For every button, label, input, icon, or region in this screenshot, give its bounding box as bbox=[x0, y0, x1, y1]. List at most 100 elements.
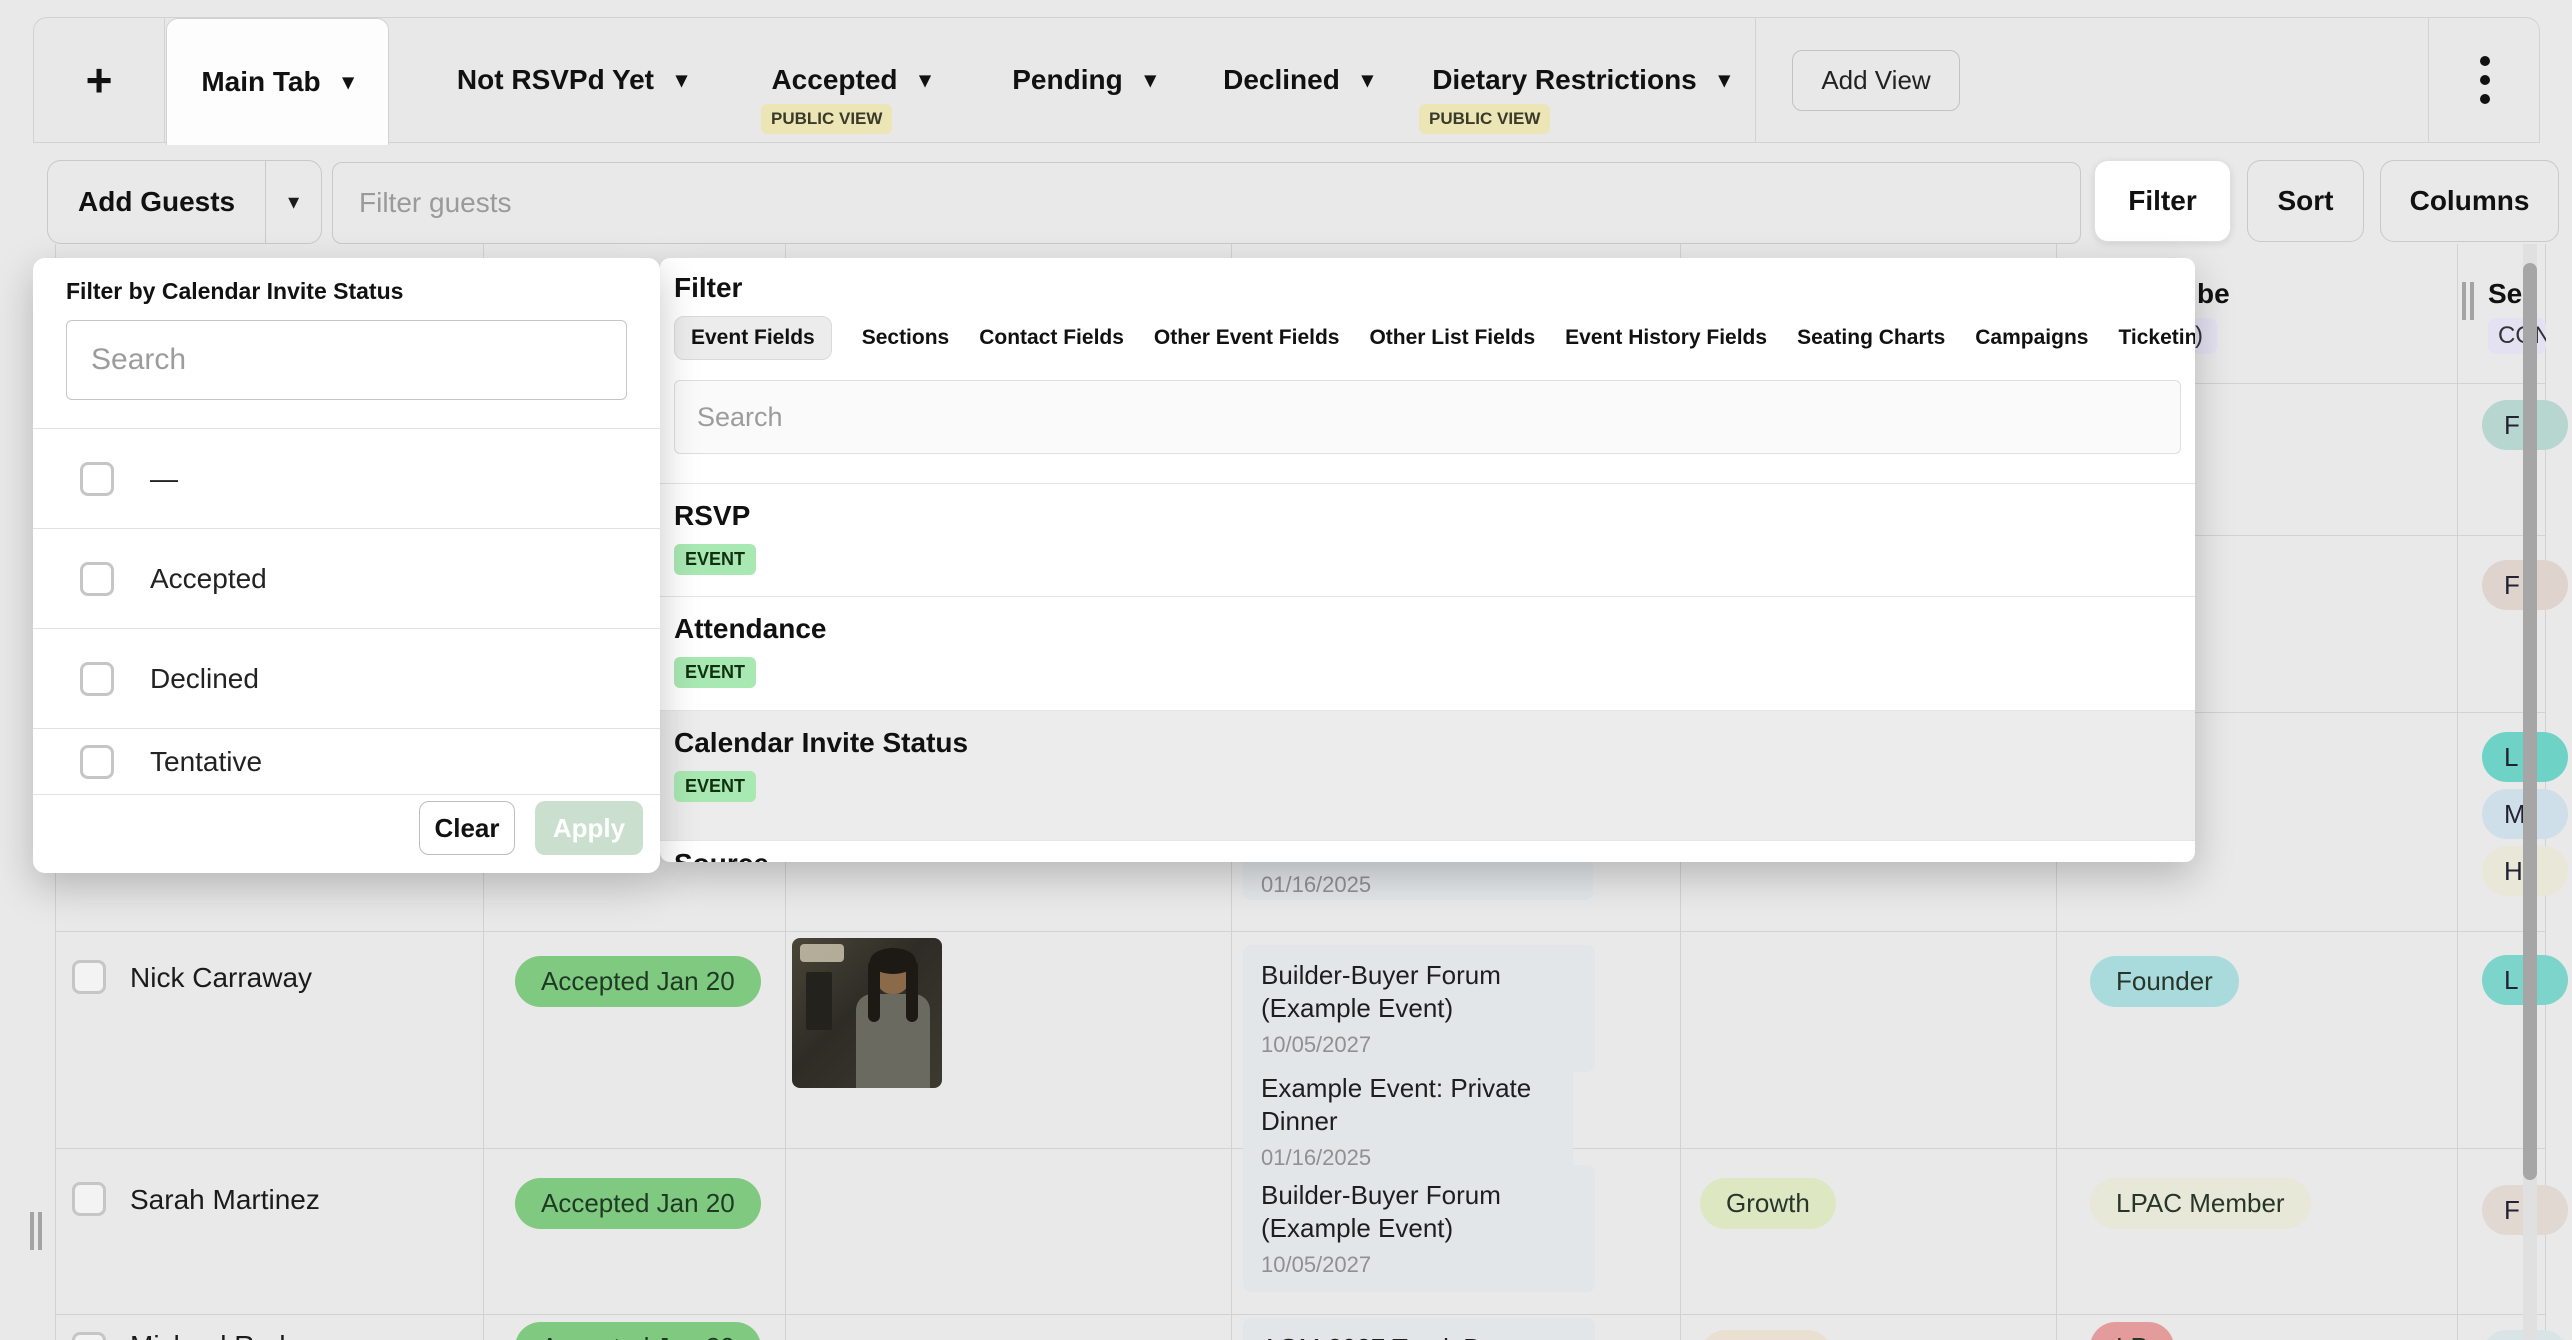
rsvp-status-badge: Accepted Jan 20 bbox=[515, 1178, 761, 1229]
column-resize-handle[interactable] bbox=[2462, 282, 2474, 320]
add-guests-split-button: Add Guests ▾ bbox=[47, 160, 322, 244]
plus-icon: + bbox=[86, 53, 113, 107]
add-guests-dropdown[interactable]: ▾ bbox=[265, 161, 321, 243]
chevron-down-icon[interactable]: ▾ bbox=[1145, 67, 1156, 93]
option-label: — bbox=[150, 463, 178, 495]
option-checkbox[interactable] bbox=[80, 662, 114, 696]
stage-tag-pill[interactable]: Buyout bbox=[1700, 1330, 1833, 1340]
status-option-accepted[interactable]: Accepted bbox=[33, 528, 660, 628]
tab-declined[interactable]: Declined ▾ bbox=[1189, 18, 1407, 142]
field-item-rsvp[interactable]: RSVP EVENT bbox=[660, 483, 2195, 596]
row-border bbox=[55, 931, 2545, 932]
tab-pending[interactable]: Pending ▾ bbox=[979, 18, 1189, 142]
stage-tag-pill[interactable]: Growth bbox=[1700, 1178, 1836, 1229]
filter-button[interactable]: Filter bbox=[2094, 160, 2231, 242]
row-border bbox=[55, 1314, 2545, 1315]
public-view-badge: PUBLIC VIEW bbox=[1419, 104, 1550, 134]
status-option-declined[interactable]: Declined bbox=[33, 628, 660, 728]
row-drag-handle[interactable] bbox=[30, 1212, 42, 1250]
tab-contact-fields[interactable]: Contact Fields bbox=[979, 326, 1124, 350]
chevron-down-icon[interactable]: ▾ bbox=[1362, 67, 1373, 93]
tab-event-fields[interactable]: Event Fields bbox=[674, 316, 832, 360]
role-tag-pill[interactable]: Founder bbox=[2090, 956, 2239, 1007]
tab-label: Not RSVPd Yet bbox=[457, 64, 654, 96]
tab-main-tab[interactable]: Main Tab ▾ bbox=[166, 18, 389, 145]
field-name: RSVP bbox=[674, 500, 2195, 532]
add-tab-button[interactable]: + bbox=[34, 18, 165, 142]
add-guests-button[interactable]: Add Guests bbox=[48, 161, 265, 243]
chevron-down-icon[interactable]: ▾ bbox=[343, 69, 354, 95]
tab-other-event-fields[interactable]: Other Event Fields bbox=[1154, 326, 1340, 350]
apply-button[interactable]: Apply bbox=[535, 801, 643, 855]
option-label: Tentative bbox=[150, 746, 262, 778]
filter-category-tabs: Event Fields Sections Contact Fields Oth… bbox=[674, 316, 2195, 360]
chevron-down-icon[interactable]: ▾ bbox=[676, 67, 687, 93]
field-name: Calendar Invite Status bbox=[674, 727, 2195, 759]
chevron-down-icon[interactable]: ▾ bbox=[1719, 67, 1730, 93]
tab-bar-menu-cell bbox=[2428, 18, 2540, 142]
tab-sections[interactable]: Sections bbox=[862, 326, 950, 350]
option-checkbox[interactable] bbox=[80, 745, 114, 779]
event-scope-badge: EVENT bbox=[674, 771, 756, 802]
guest-name[interactable]: Nick Carraway bbox=[130, 962, 312, 994]
tab-ticketing[interactable]: Ticketing bbox=[2118, 326, 2195, 350]
option-checkbox[interactable] bbox=[80, 462, 114, 496]
kebab-menu-icon[interactable] bbox=[2480, 56, 2490, 104]
clear-button[interactable]: Clear bbox=[419, 801, 515, 855]
guest-photo[interactable] bbox=[792, 938, 942, 1088]
event-title: Builder-Buyer Forum (Example Event) bbox=[1261, 959, 1577, 1024]
tab-label: Dietary Restrictions bbox=[1432, 64, 1697, 96]
vertical-scrollbar-thumb[interactable] bbox=[2523, 263, 2537, 1180]
option-label: Declined bbox=[150, 663, 259, 695]
columns-button[interactable]: Columns bbox=[2380, 160, 2559, 242]
guest-name[interactable]: Michael Rod bbox=[130, 1330, 286, 1340]
rsvp-status-badge: Accepted Jan 20 bbox=[515, 1322, 761, 1340]
sort-button[interactable]: Sort bbox=[2247, 160, 2364, 242]
field-search-input[interactable] bbox=[674, 380, 2181, 454]
event-chip[interactable]: Builder-Buyer Forum (Example Event) 10/0… bbox=[1243, 1165, 1595, 1292]
event-title: Builder-Buyer Forum (Example Event) bbox=[1261, 1179, 1577, 1244]
guest-list-screen: be ) Se CON F F L M H 01/16/2025 Nick Ca… bbox=[0, 0, 2572, 1340]
role-tag-pill[interactable]: LPAC Member bbox=[2090, 1178, 2311, 1229]
event-date: 01/16/2025 bbox=[1261, 872, 1575, 898]
column-header-se-chip: CON bbox=[2488, 318, 2546, 354]
status-search-input[interactable] bbox=[66, 320, 627, 400]
event-chip[interactable]: AGM 2027 Track B (Example bbox=[1243, 1318, 1595, 1340]
guest-name[interactable]: Sarah Martinez bbox=[130, 1184, 320, 1216]
status-option-blank[interactable]: — bbox=[33, 428, 660, 528]
row-checkbox[interactable] bbox=[72, 960, 106, 994]
status-option-tentative[interactable]: Tentative bbox=[33, 728, 660, 795]
chevron-down-icon[interactable]: ▾ bbox=[920, 67, 931, 93]
tab-label: Main Tab bbox=[201, 66, 320, 98]
field-item-calendar-invite-status[interactable]: Calendar Invite Status EVENT bbox=[660, 710, 2195, 840]
role-tag-pill[interactable]: LP bbox=[2090, 1322, 2174, 1340]
event-date: 10/05/2027 bbox=[1261, 1252, 1577, 1278]
tab-not-rsvpd-yet[interactable]: Not RSVPd Yet ▾ bbox=[422, 18, 722, 142]
event-chip[interactable]: Builder-Buyer Forum (Example Event) 10/0… bbox=[1243, 945, 1595, 1072]
field-item-attendance[interactable]: Attendance EVENT bbox=[660, 596, 2195, 710]
column-divider bbox=[2457, 244, 2458, 1340]
field-name: Attendance bbox=[674, 613, 2195, 645]
filter-guests-input[interactable] bbox=[332, 162, 2081, 244]
row-checkbox[interactable] bbox=[72, 1182, 106, 1216]
calendar-invite-status-popover: Filter by Calendar Invite Status — Accep… bbox=[33, 258, 660, 873]
event-scope-badge: EVENT bbox=[674, 544, 756, 575]
tab-event-history-fields[interactable]: Event History Fields bbox=[1565, 326, 1767, 350]
field-name: Source bbox=[674, 848, 2195, 862]
add-view-button[interactable]: Add View bbox=[1792, 50, 1959, 111]
column-header-type-fragment[interactable]: be bbox=[2197, 278, 2230, 310]
view-tabs-bar: + Main Tab ▾ Not RSVPd Yet ▾ Accepted ▾ … bbox=[33, 17, 2540, 143]
tab-seating-charts[interactable]: Seating Charts bbox=[1797, 326, 1945, 350]
tab-label: Accepted bbox=[771, 64, 897, 96]
tab-label: Declined bbox=[1223, 64, 1340, 96]
field-item-source[interactable]: Source bbox=[660, 840, 2195, 862]
popover-title: Filter bbox=[674, 272, 742, 304]
tab-campaigns[interactable]: Campaigns bbox=[1975, 326, 2088, 350]
tab-other-list-fields[interactable]: Other List Fields bbox=[1369, 326, 1535, 350]
option-checkbox[interactable] bbox=[80, 562, 114, 596]
option-label: Accepted bbox=[150, 563, 267, 595]
row-checkbox[interactable] bbox=[72, 1332, 106, 1340]
column-header-se-fragment[interactable]: Se bbox=[2488, 278, 2522, 310]
public-view-badge: PUBLIC VIEW bbox=[761, 104, 892, 134]
filter-field-popover: Filter Event Fields Sections Contact Fie… bbox=[660, 258, 2195, 862]
